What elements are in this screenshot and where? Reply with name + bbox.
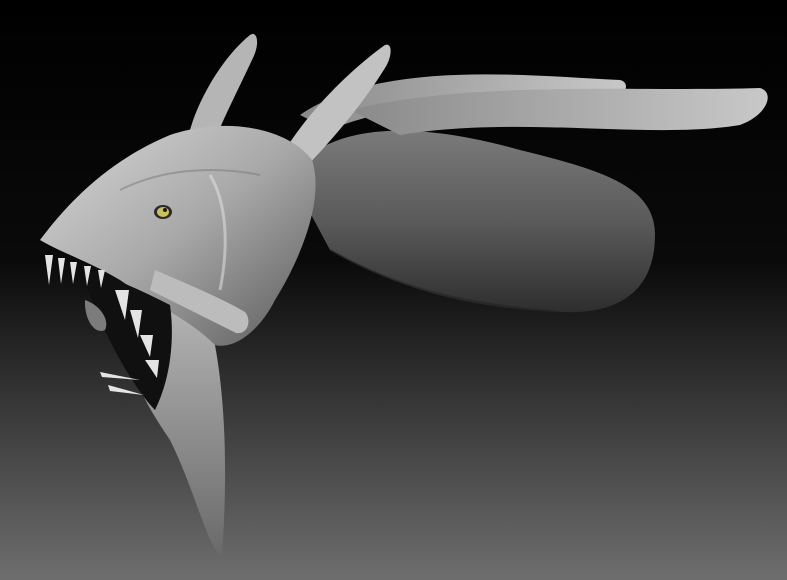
render-canvas <box>0 0 787 580</box>
render-viewport <box>0 0 787 580</box>
